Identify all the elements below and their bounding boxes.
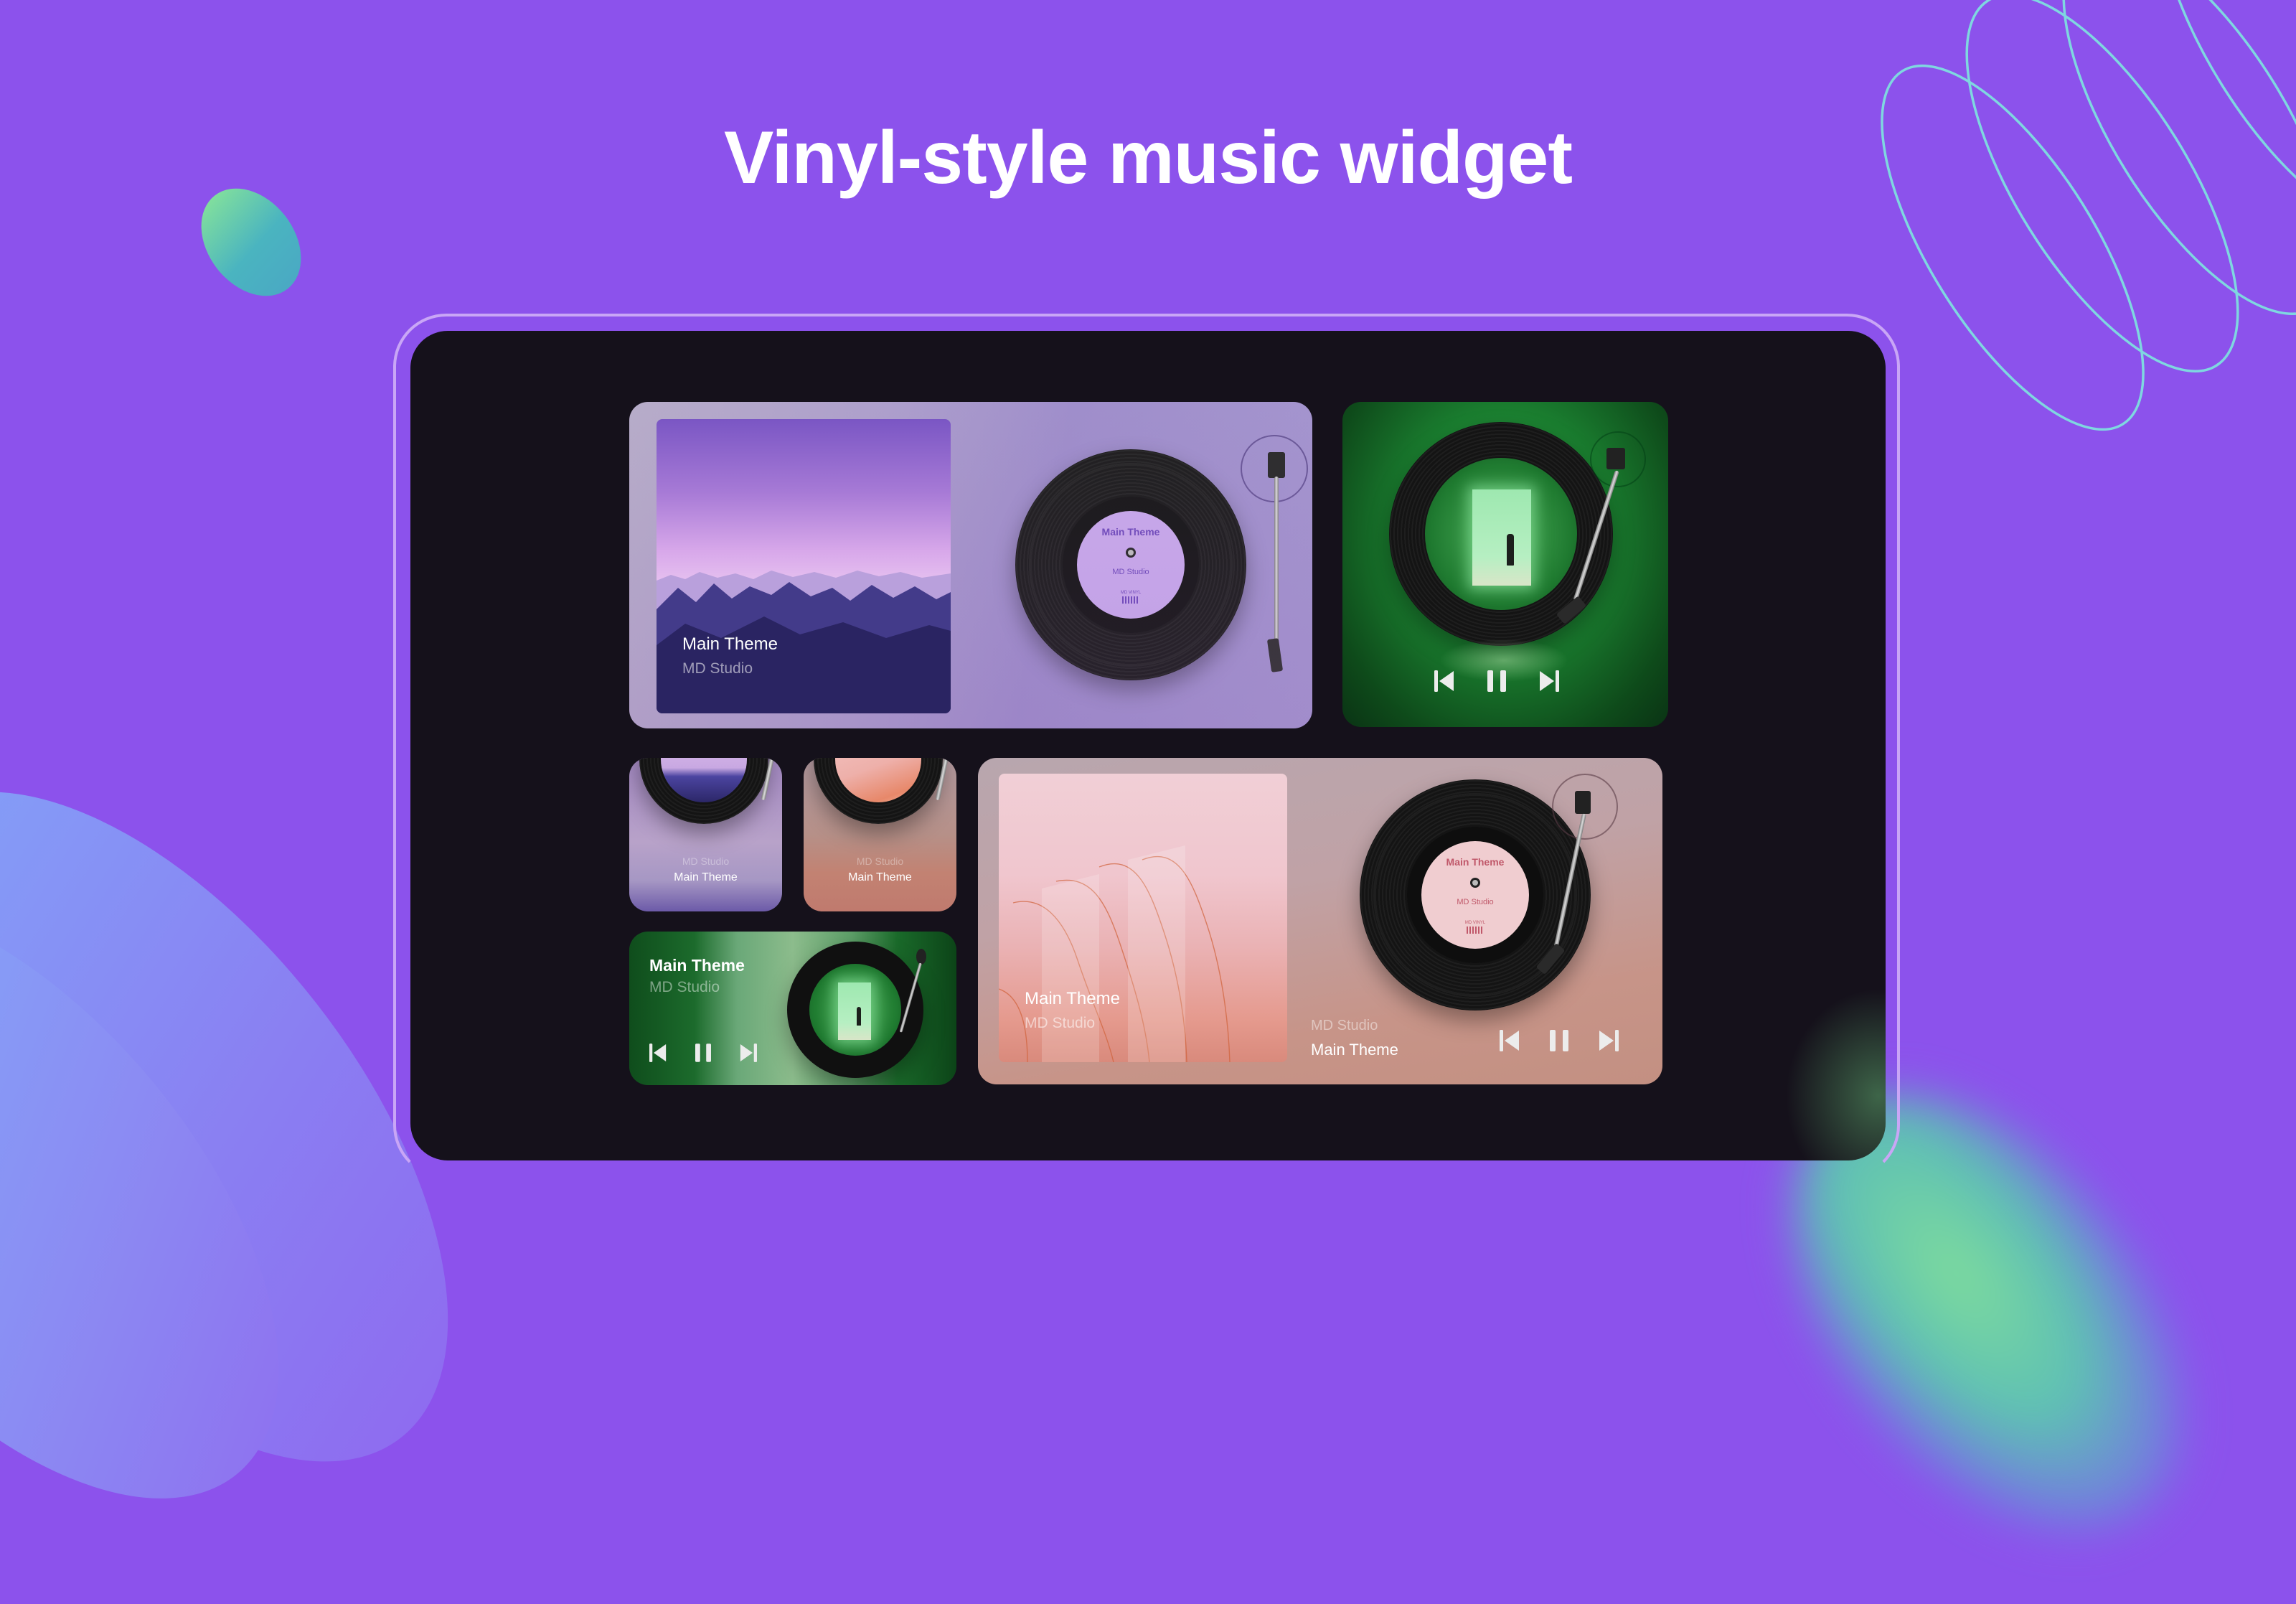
spindle-hole bbox=[1470, 878, 1480, 888]
label-footer: MD VINYL bbox=[1464, 921, 1486, 925]
tonearm-counterweight bbox=[1606, 448, 1625, 469]
skip-previous-icon bbox=[1500, 1030, 1519, 1051]
song-title: Main Theme bbox=[848, 871, 912, 883]
album-cover[interactable]: Main Theme MD Studio bbox=[657, 419, 951, 713]
widget-small-lavender[interactable]: MD Studio Main Theme bbox=[629, 758, 782, 911]
tonearm-counterweight bbox=[1268, 452, 1285, 478]
widget-large-lavender[interactable]: Main Theme MD Studio Main Theme MD Studi… bbox=[629, 402, 1312, 728]
widget-large-pink[interactable]: Main Theme MD Studio Main Theme MD Studi… bbox=[978, 758, 1662, 1084]
skip-next-icon bbox=[1540, 670, 1559, 692]
pause-button[interactable] bbox=[1487, 670, 1506, 692]
person-figure bbox=[857, 1007, 861, 1026]
label-title: Main Theme bbox=[1446, 856, 1505, 868]
skip-previous-icon bbox=[649, 1043, 667, 1062]
album-photo bbox=[1425, 458, 1577, 610]
page-title: Vinyl-style music widget bbox=[723, 116, 1573, 200]
barcode-icon bbox=[1467, 927, 1484, 934]
label-artist: MD Studio bbox=[1112, 568, 1149, 576]
song-title: Main Theme bbox=[649, 956, 745, 975]
playback-controls bbox=[1434, 670, 1559, 692]
pause-icon bbox=[1487, 670, 1506, 692]
album-photo bbox=[835, 758, 921, 802]
artist-name: MD Studio bbox=[682, 855, 730, 867]
skip-next-icon bbox=[740, 1043, 757, 1062]
skip-previous-icon bbox=[1434, 670, 1454, 692]
tonearm-counterweight bbox=[916, 949, 926, 965]
playback-controls bbox=[649, 1043, 757, 1062]
vinyl-record[interactable] bbox=[814, 758, 943, 824]
vinyl-record[interactable] bbox=[639, 758, 768, 824]
album-photo bbox=[661, 758, 747, 802]
tonearm[interactable] bbox=[1274, 477, 1279, 649]
artist-name: MD Studio bbox=[682, 660, 753, 677]
vinyl-record[interactable]: Main Theme MD Studio MD VINYL bbox=[1015, 449, 1246, 680]
vinyl-record[interactable] bbox=[1389, 422, 1613, 646]
pause-icon bbox=[1550, 1030, 1568, 1051]
pause-button[interactable] bbox=[1550, 1030, 1568, 1051]
album-cover[interactable]: Main Theme MD Studio bbox=[999, 774, 1287, 1062]
widget-square-green[interactable] bbox=[1342, 402, 1668, 727]
barcode-icon bbox=[1122, 596, 1139, 604]
decorative-rings bbox=[1881, 0, 2296, 431]
label-artist: MD Studio bbox=[1457, 898, 1494, 906]
skip-previous-button[interactable] bbox=[1500, 1030, 1520, 1051]
song-title: Main Theme bbox=[674, 871, 738, 883]
artist-name: MD Studio bbox=[649, 979, 720, 995]
skip-next-button[interactable] bbox=[1599, 1030, 1619, 1051]
artist-name: MD Studio bbox=[856, 855, 904, 867]
vinyl-label: Main Theme MD Studio MD VINYL bbox=[1421, 841, 1529, 949]
artist-name: MD Studio bbox=[1311, 1018, 1378, 1033]
tonearm-headshell bbox=[1266, 638, 1284, 672]
pause-icon bbox=[695, 1043, 711, 1062]
device-screen: Main Theme MD Studio Main Theme MD Studi… bbox=[410, 331, 1886, 1160]
label-title: Main Theme bbox=[1101, 526, 1160, 538]
skip-next-icon bbox=[1599, 1030, 1619, 1051]
vinyl-label: Main Theme MD Studio MD VINYL bbox=[1077, 511, 1185, 619]
song-title: Main Theme bbox=[1311, 1041, 1398, 1059]
tonearm-pivot bbox=[1241, 435, 1308, 502]
song-title: Main Theme bbox=[1025, 989, 1120, 1008]
song-title: Main Theme bbox=[682, 634, 778, 654]
skip-previous-button[interactable] bbox=[649, 1043, 667, 1062]
widget-wide-green[interactable]: Main Theme MD Studio bbox=[629, 932, 956, 1085]
spindle-hole bbox=[1126, 548, 1136, 558]
label-footer: MD VINYL bbox=[1120, 591, 1142, 595]
album-photo bbox=[809, 964, 901, 1056]
skip-next-button[interactable] bbox=[1539, 670, 1559, 692]
vinyl-record[interactable] bbox=[787, 942, 923, 1078]
skip-previous-button[interactable] bbox=[1434, 670, 1454, 692]
widget-small-peach[interactable]: MD Studio Main Theme bbox=[804, 758, 956, 911]
tonearm-counterweight bbox=[1575, 791, 1591, 814]
skip-next-button[interactable] bbox=[740, 1043, 757, 1062]
pause-button[interactable] bbox=[695, 1043, 711, 1062]
artist-name: MD Studio bbox=[1025, 1015, 1096, 1031]
person-figure bbox=[1507, 534, 1514, 566]
playback-controls bbox=[1500, 1030, 1619, 1051]
